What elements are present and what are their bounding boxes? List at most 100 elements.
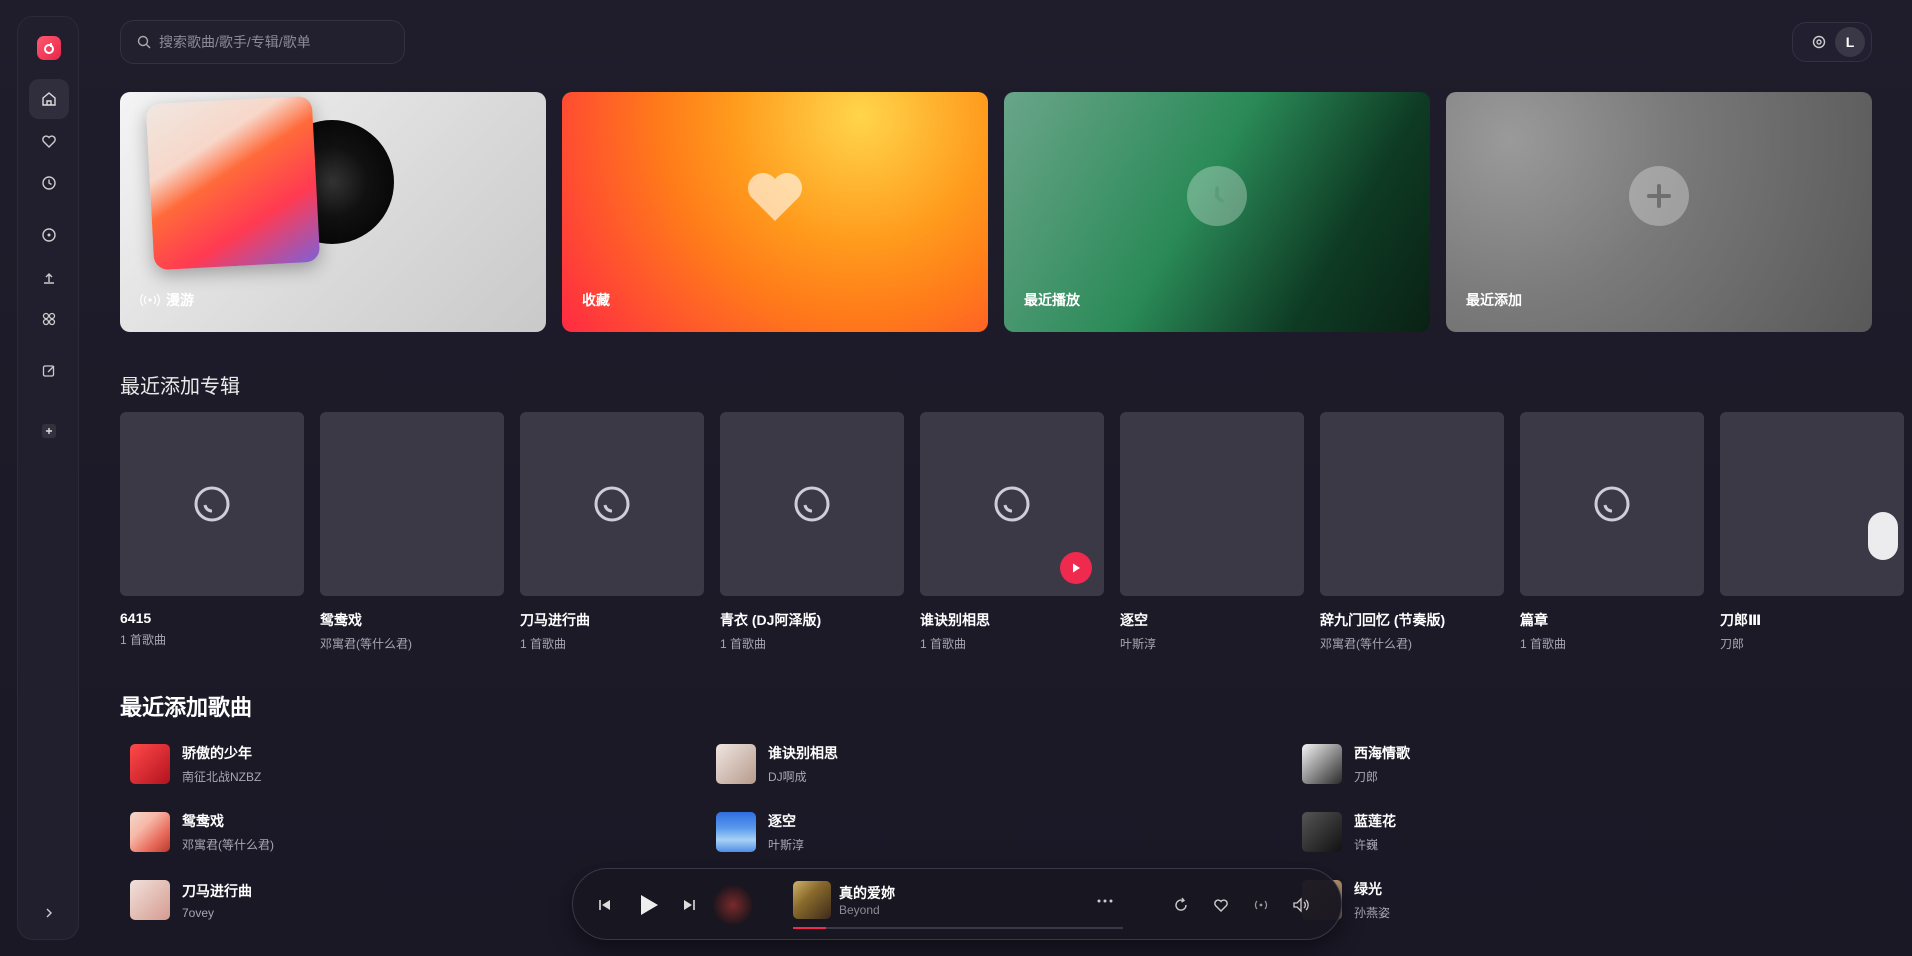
album-card[interactable]: 谁诀别相思 1 首歌曲	[920, 412, 1104, 652]
blurred-art-icon	[713, 885, 753, 925]
album-sub: 1 首歌曲	[720, 637, 767, 651]
search-input[interactable]	[159, 34, 379, 50]
sidebar-item-add[interactable]	[29, 411, 69, 451]
song-title: 绿光	[1354, 881, 1382, 897]
compass-icon	[42, 228, 56, 242]
album-name: 谁诀别相思	[920, 612, 990, 628]
roam-card[interactable]: 漫游	[120, 92, 546, 332]
sidebar-item-recent[interactable]	[29, 163, 69, 203]
song-item[interactable]: 西海情歌 刀郎	[1302, 742, 1410, 786]
sidebar-item-edit[interactable]	[29, 351, 69, 391]
broadcast-button[interactable]	[1251, 895, 1271, 915]
broadcast-icon	[1254, 900, 1268, 910]
song-item[interactable]: 蓝莲花 许巍	[1302, 810, 1396, 854]
album-sub: 邓寓君(等什么君)	[1320, 637, 1412, 651]
disc-placeholder-icon	[194, 486, 230, 522]
heart-icon	[745, 166, 805, 226]
song-item[interactable]: 谁诀别相思 DJ啊成	[716, 742, 838, 786]
progress-bar[interactable]	[793, 927, 1123, 929]
repeat-button[interactable]	[1171, 895, 1191, 915]
skip-next-icon	[684, 900, 695, 910]
like-button[interactable]	[1211, 895, 1231, 915]
repeat-icon	[1175, 897, 1187, 911]
favorites-label: 收藏	[582, 292, 610, 308]
song-thumb	[716, 812, 756, 852]
album-card[interactable]: 鸳鸯戏 邓寓君(等什么君)	[320, 412, 504, 652]
heart-icon	[42, 135, 56, 148]
album-name: 青衣 (DJ阿泽版)	[720, 612, 822, 628]
album-name: 辞九门回忆 (节奏版)	[1320, 612, 1446, 628]
avatar[interactable]: L	[1835, 27, 1865, 57]
progress-fill	[793, 927, 826, 929]
recent-add-card[interactable]: 最近添加	[1446, 92, 1872, 332]
play-icon	[1073, 563, 1080, 573]
album-cover	[1520, 412, 1704, 596]
home-icon	[42, 92, 56, 106]
clock-icon	[1187, 166, 1247, 226]
volume-button[interactable]	[1291, 895, 1311, 915]
album-card[interactable]: 刀马进行曲 1 首歌曲	[520, 412, 704, 652]
album-sub: 1 首歌曲	[920, 637, 967, 651]
clock-icon	[42, 176, 56, 190]
sidebar-item-favorites[interactable]	[29, 121, 69, 161]
search-icon	[137, 35, 151, 49]
album-sub: 1 首歌曲	[520, 637, 567, 651]
song-artist: 邓寓君(等什么君)	[182, 838, 274, 852]
album-cover	[320, 412, 504, 596]
skip-previous-icon	[599, 900, 610, 910]
song-artist: 叶斯淳	[768, 838, 805, 852]
disc-placeholder-icon	[1594, 486, 1630, 522]
song-title: 西海情歌	[1354, 745, 1410, 761]
player-bar: 真的爱妳 Beyond	[572, 868, 1342, 940]
recent-play-label: 最近播放	[1024, 292, 1080, 308]
album-card[interactable]: 逐空 叶斯淳	[1120, 412, 1304, 652]
more-button[interactable]	[1093, 889, 1117, 913]
album-sub: 刀郎	[1720, 637, 1745, 651]
album-name: 篇章	[1520, 612, 1548, 628]
album-cover	[720, 412, 904, 596]
disc-placeholder-icon	[594, 486, 630, 522]
album-name: 6415	[120, 610, 152, 626]
heart-icon	[1214, 899, 1228, 912]
previous-button[interactable]	[593, 893, 617, 917]
album-card[interactable]: 辞九门回忆 (节奏版) 邓寓君(等什么君)	[1320, 412, 1504, 652]
settings-icon[interactable]	[1811, 34, 1827, 50]
song-thumb	[130, 744, 170, 784]
disc-placeholder-icon	[994, 486, 1030, 522]
sidebar-item-explore[interactable]	[29, 215, 69, 255]
app-logo-icon[interactable]	[37, 36, 61, 60]
now-playing-title: 真的爱妳	[839, 885, 895, 901]
recent-play-card[interactable]: 最近播放	[1004, 92, 1430, 332]
carousel-next-handle[interactable]	[1868, 512, 1898, 560]
sidebar-item-home[interactable]	[29, 79, 69, 119]
song-item[interactable]: 逐空 叶斯淳	[716, 810, 804, 854]
search-bar[interactable]	[120, 20, 405, 64]
more-icon	[1097, 899, 1113, 903]
album-cover	[1720, 412, 1904, 596]
sidebar-item-cloud[interactable]	[29, 257, 69, 297]
album-sub: 叶斯淳	[1120, 637, 1157, 651]
song-artist: 许巍	[1354, 838, 1379, 852]
song-artist: 7ovey	[182, 905, 215, 920]
album-name: 刀马进行曲	[520, 612, 590, 628]
album-card[interactable]: 6415 1 首歌曲	[120, 412, 304, 648]
song-item[interactable]: 骄傲的少年 南征北战NZBZ	[130, 742, 261, 786]
sidebar-item-library[interactable]	[29, 299, 69, 339]
cloud-upload-icon	[44, 273, 54, 284]
album-sleeve-image	[145, 95, 321, 271]
album-cover	[920, 412, 1104, 596]
album-card[interactable]: 篇章 1 首歌曲	[1520, 412, 1704, 652]
next-button[interactable]	[677, 893, 701, 917]
song-title: 逐空	[768, 813, 796, 829]
song-item[interactable]: 刀马进行曲 7ovey	[130, 878, 252, 922]
song-artist: DJ啊成	[768, 770, 807, 784]
album-card[interactable]: 青衣 (DJ阿泽版) 1 首歌曲	[720, 412, 904, 652]
album-play-button[interactable]	[1060, 552, 1092, 584]
sidebar-collapse-button[interactable]	[29, 905, 69, 921]
album-name: 刀郎Ⅲ	[1720, 612, 1762, 628]
sidebar	[17, 16, 79, 940]
song-item[interactable]: 鸳鸯戏 邓寓君(等什么君)	[130, 810, 274, 854]
song-artist: 南征北战NZBZ	[182, 770, 262, 784]
play-button[interactable]	[633, 889, 665, 921]
favorites-card[interactable]: 收藏	[562, 92, 988, 332]
